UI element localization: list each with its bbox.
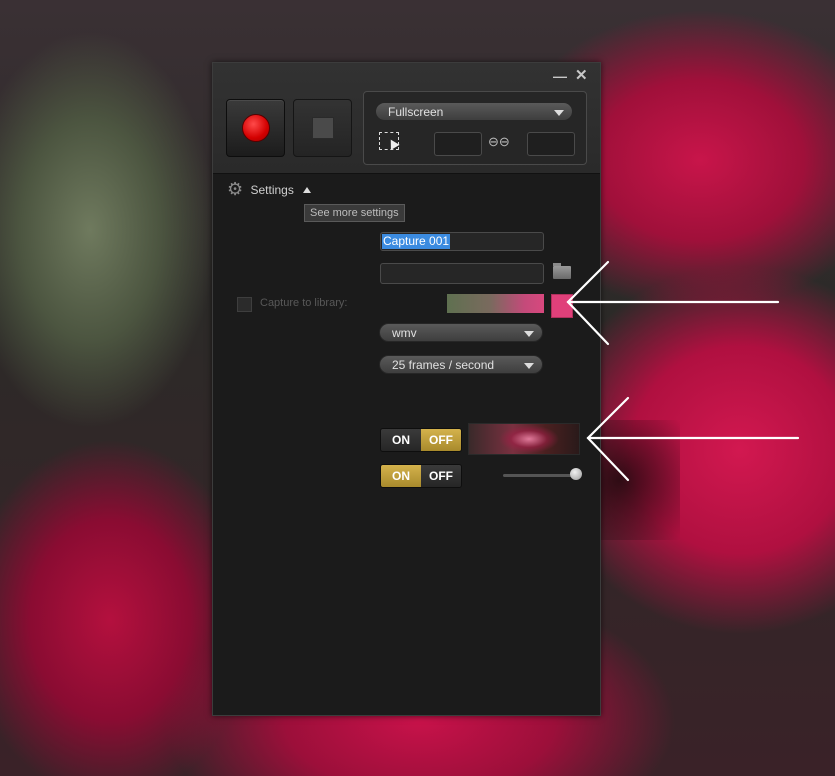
settings-label: Settings (250, 182, 294, 197)
toggle-off-option[interactable]: OFF (421, 465, 461, 487)
chevron-down-icon (524, 363, 534, 369)
toggle-off-option[interactable]: OFF (421, 429, 461, 451)
file-name-input[interactable]: Capture 001 (380, 232, 544, 251)
capture-area-panel: Fullscreen ⊖⊖ (363, 91, 587, 165)
settings-toggle[interactable]: ⚙ Settings (227, 179, 312, 200)
toggle-on-option[interactable]: ON (381, 465, 421, 487)
frame-rate-dropdown[interactable]: 25 frames / second (379, 355, 543, 374)
format-value: wmv (392, 326, 417, 340)
chevron-up-icon (303, 186, 312, 193)
width-field[interactable] (434, 132, 482, 156)
volume-slider-knob[interactable] (570, 468, 582, 480)
color-swatch[interactable] (551, 294, 573, 318)
volume-slider-track[interactable] (503, 474, 575, 477)
link-icon[interactable]: ⊖⊖ (488, 134, 510, 150)
title-bar: — ✕ Fullscreen ⊖⊖ (213, 63, 600, 174)
record-button[interactable] (226, 99, 285, 157)
toggle-switch-2[interactable]: ON OFF (380, 464, 462, 488)
capture-mode-value: Fullscreen (388, 105, 444, 119)
close-icon[interactable]: ✕ (575, 66, 588, 84)
library-thumbnail (447, 294, 544, 313)
stop-icon (312, 117, 334, 139)
stop-button[interactable] (293, 99, 352, 157)
file-name-value: Capture 001 (382, 234, 451, 249)
preview-thumbnail (468, 423, 580, 455)
region-select-icon[interactable] (379, 132, 399, 150)
toggle-on-option[interactable]: ON (381, 429, 421, 451)
format-dropdown[interactable]: wmv (379, 323, 543, 342)
save-path-input[interactable] (380, 263, 544, 284)
gear-icon: ⚙ (227, 179, 244, 199)
frame-rate-value: 25 frames / second (392, 358, 495, 372)
folder-icon[interactable] (553, 263, 571, 279)
chevron-down-icon (554, 110, 564, 116)
capture-window: — ✕ Fullscreen ⊖⊖ ⚙ Settings See more se… (212, 62, 601, 716)
capture-mode-dropdown[interactable]: Fullscreen (375, 102, 573, 121)
height-field[interactable] (527, 132, 575, 156)
capture-to-library-checkbox[interactable] (237, 297, 252, 312)
record-icon (242, 114, 270, 142)
toggle-switch-1[interactable]: ON OFF (380, 428, 462, 452)
capture-to-library-label: Capture to library: (260, 297, 348, 309)
settings-tooltip: See more settings (304, 204, 405, 222)
minimize-icon[interactable]: — (553, 68, 567, 84)
chevron-down-icon (524, 331, 534, 337)
